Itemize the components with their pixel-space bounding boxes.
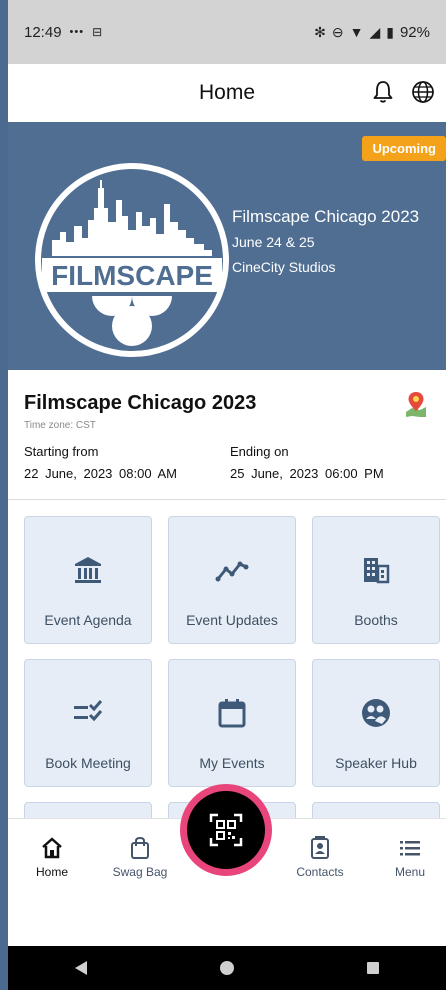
globe-icon[interactable] (410, 78, 436, 106)
banner-venue: CineCity Studios (232, 259, 336, 275)
battery-icon: ▮ (386, 23, 394, 40)
filmscape-logo: FILMSCAPE (35, 163, 229, 357)
event-name: Filmscape Chicago 2023 (24, 392, 257, 414)
status-badge: Upcoming (362, 136, 446, 161)
tile-my-events[interactable]: My Events (168, 659, 296, 787)
nav-contacts[interactable]: Contacts (280, 835, 360, 879)
bag-icon (100, 835, 180, 861)
building-icon (313, 553, 439, 587)
tile-label: Book Meeting (45, 755, 131, 771)
start-label: Starting from (24, 444, 99, 459)
end-label: Ending on (230, 444, 289, 459)
map-pin-icon[interactable] (404, 390, 428, 418)
checklist-icon (25, 696, 151, 730)
page-title: Home (198, 81, 256, 104)
home-icon (12, 835, 92, 861)
nav-menu-label: Menu (394, 865, 426, 879)
tile-label: Booths (354, 612, 398, 628)
bell-icon[interactable] (370, 78, 396, 106)
nav-home-label: Home (35, 865, 68, 879)
people-circle-icon (313, 696, 439, 730)
contacts-icon (280, 835, 360, 861)
nav-swag-label: Swag Bag (112, 865, 168, 879)
signal-icon: ◢ (369, 23, 381, 40)
bottom-navigation: Home Swag Bag Contacts Menu (8, 784, 446, 946)
logo-text: FILMSCAPE (51, 260, 213, 291)
tile-booths[interactable]: Booths (312, 516, 440, 644)
tile-event-updates[interactable]: Event Updates (168, 516, 296, 644)
start-value: 22 June, 2023 08:00 AM (24, 466, 177, 481)
tile-location[interactable] (312, 802, 440, 818)
menu-icon (370, 835, 446, 861)
qr-code-icon (209, 813, 243, 847)
event-info-card: Filmscape Chicago 2023 Time zone: CST St… (8, 370, 446, 500)
back-icon[interactable] (61, 953, 101, 983)
tile-book-meeting[interactable]: Book Meeting (24, 659, 152, 787)
tile-speaker-hub[interactable]: Speaker Hub (312, 659, 440, 787)
nav-contacts-label: Contacts (296, 865, 344, 879)
tile-label: My Events (199, 755, 265, 771)
status-bar: 12:49 ••• ⊟ ✻ ⊖ ▼ ◢ ▮ 92% (8, 0, 446, 64)
nav-menu[interactable]: Menu (370, 835, 446, 879)
trend-icon (169, 553, 295, 587)
status-time: 12:49 (24, 23, 62, 41)
tile-messages[interactable] (24, 802, 152, 818)
nav-home[interactable]: Home (12, 835, 92, 879)
nav-swag-bag[interactable]: Swag Bag (100, 835, 180, 879)
system-navigation-bar (8, 946, 446, 990)
bluetooth-icon: ✻ (314, 23, 326, 40)
battery-level: 92% (399, 23, 430, 41)
notification-icon: ⊟ (92, 25, 103, 39)
end-value: 25 June, 2023 06:00 PM (230, 466, 384, 481)
banner-dates: June 24 & 25 (232, 234, 315, 250)
event-timezone: Time zone: CST (24, 420, 96, 431)
dnd-icon: ⊖ (331, 23, 344, 40)
tile-label: Event Agenda (44, 612, 132, 628)
wifi-icon: ▼ (349, 24, 364, 40)
bank-icon (25, 553, 151, 587)
event-banner[interactable]: Upcoming FILMSCAPE Filmscape Chicago 202… (8, 122, 446, 370)
banner-title: Filmscape Chicago 2023 (232, 207, 420, 226)
app-screen: 12:49 ••• ⊟ ✻ ⊖ ▼ ◢ ▮ 92% Home Upcoming (8, 0, 446, 990)
tile-label: Event Updates (186, 612, 278, 628)
home-circle-icon[interactable] (207, 953, 247, 983)
status-dots: ••• (69, 26, 85, 38)
recents-icon[interactable] (353, 953, 393, 983)
calendar-icon (169, 696, 295, 730)
tile-event-agenda[interactable]: Event Agenda (24, 516, 152, 644)
tile-label: Speaker Hub (335, 755, 417, 771)
qr-scan-button[interactable] (180, 784, 272, 876)
feature-grid: Event Agenda Event Updates Booths Book M… (8, 500, 446, 818)
app-header: Home (8, 64, 446, 122)
